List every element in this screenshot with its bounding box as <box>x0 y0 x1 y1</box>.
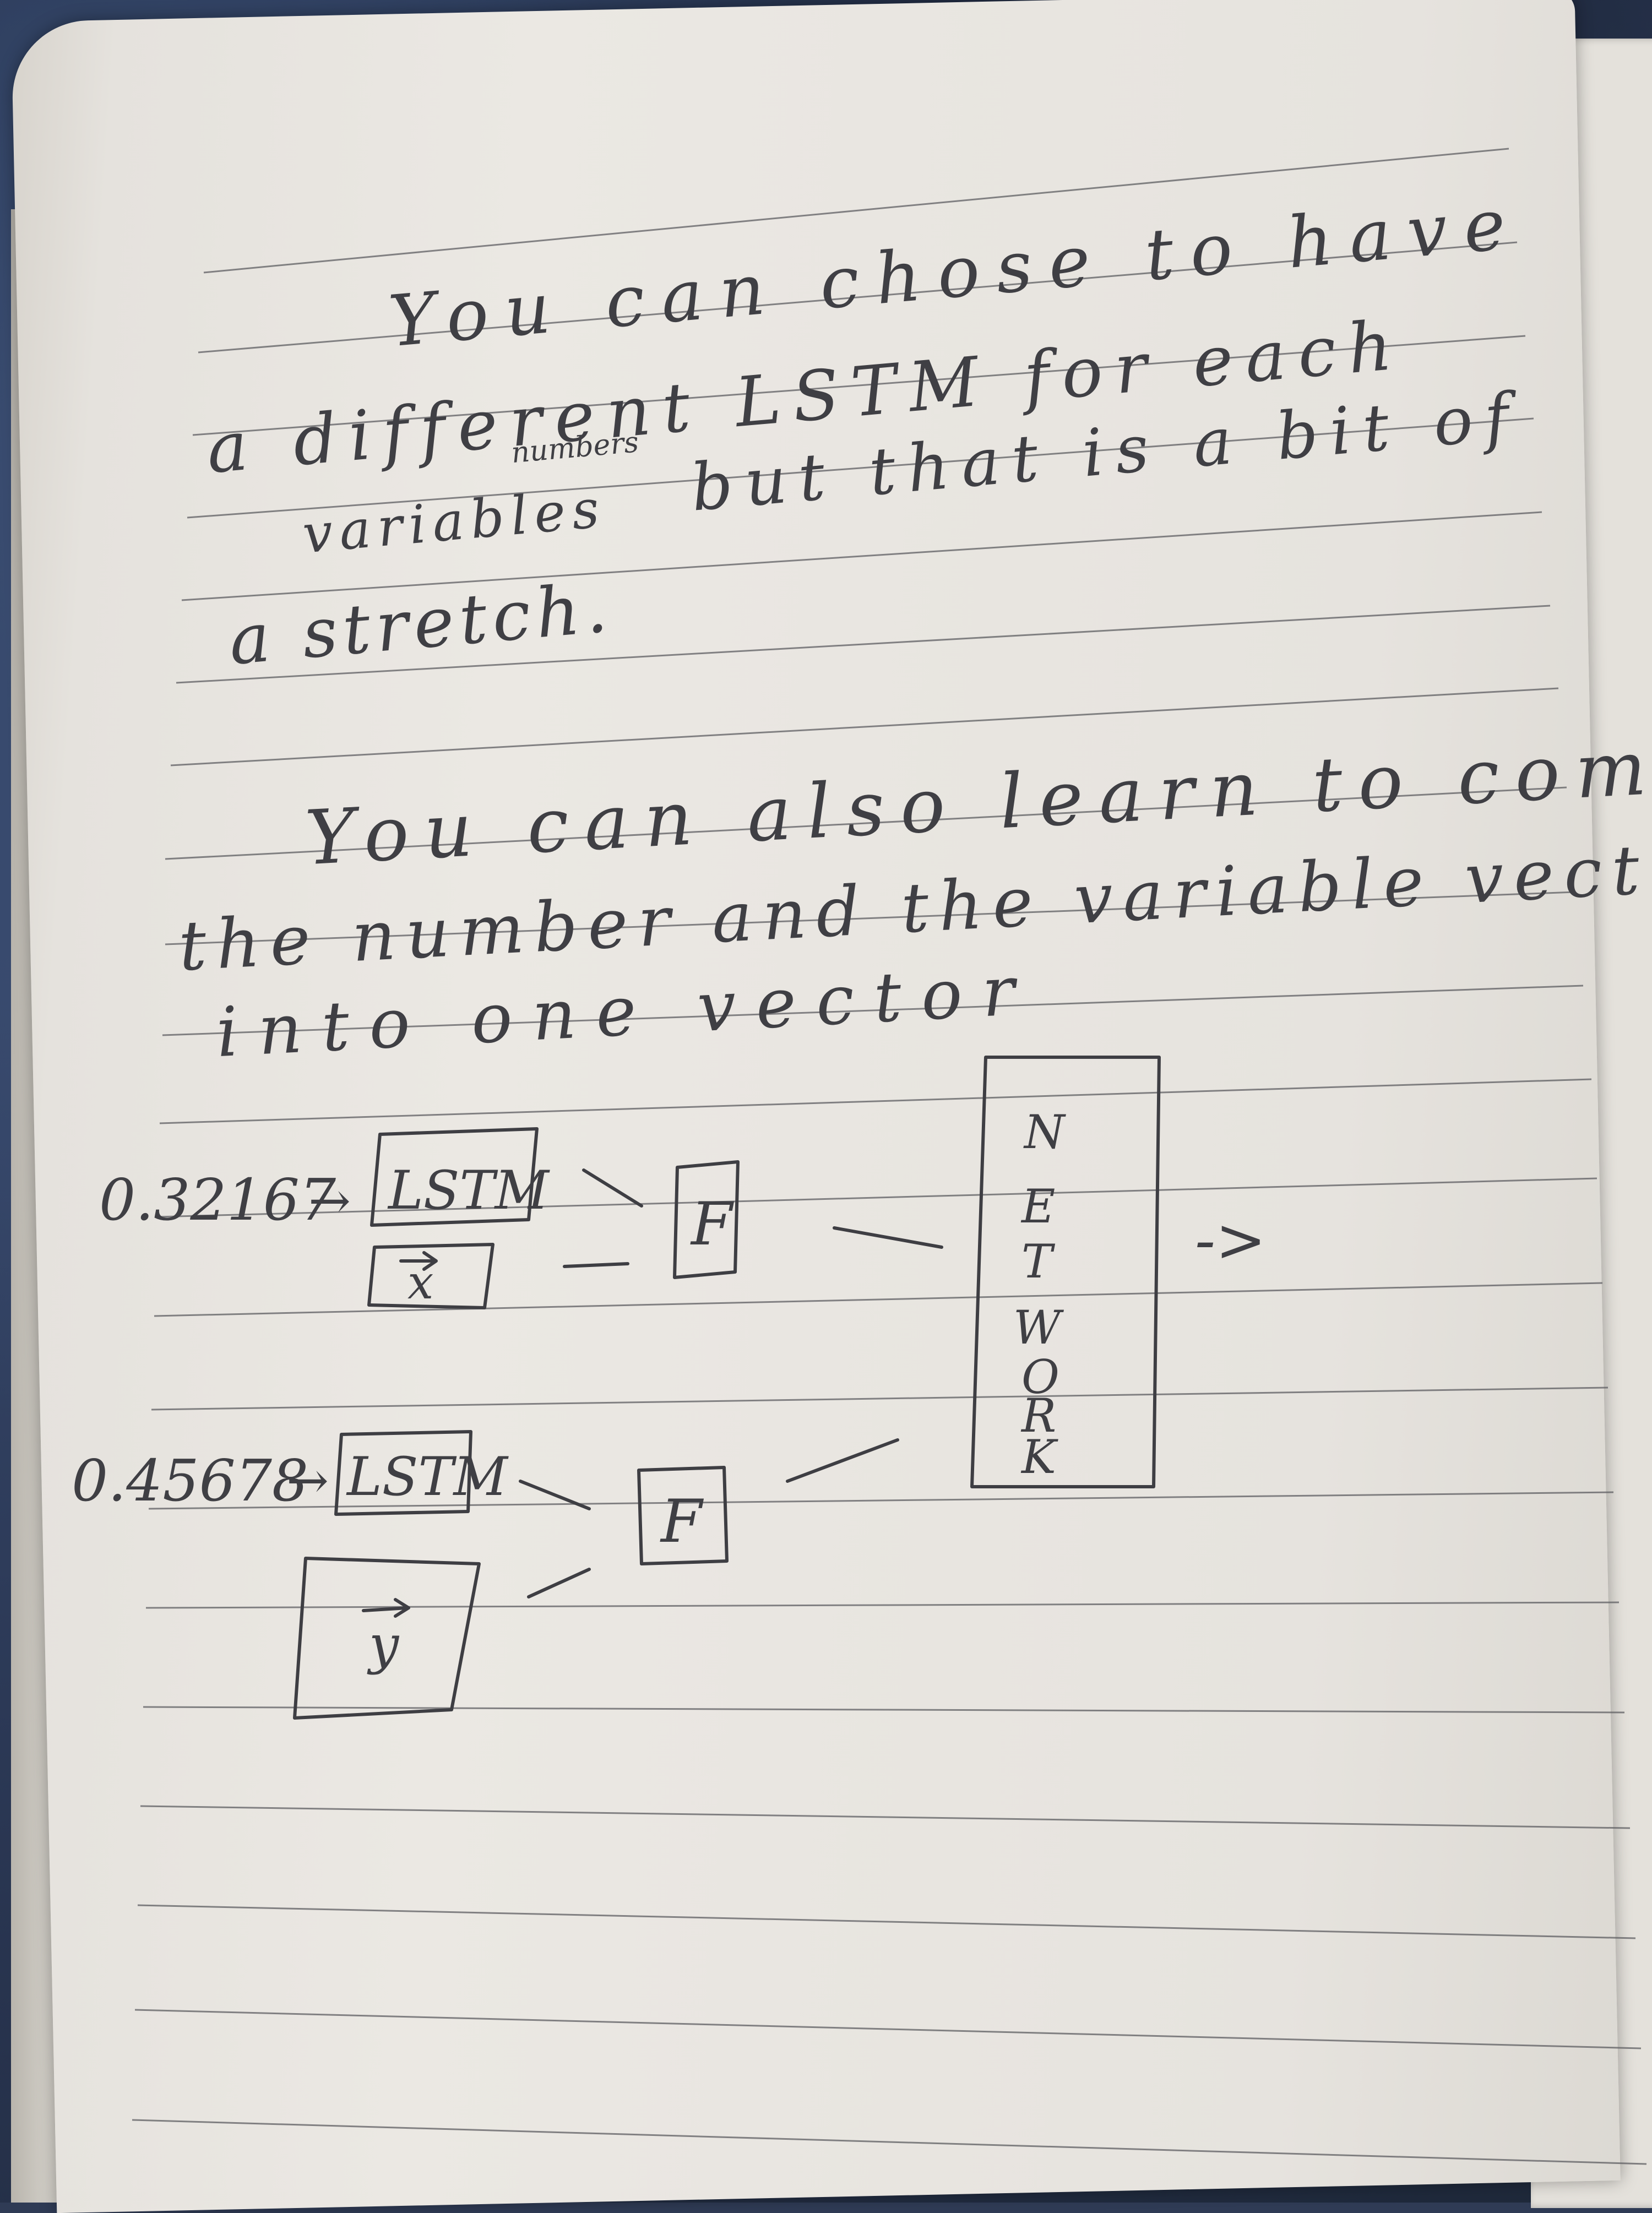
paragraph-1: You can chose to have a different LSTM f… <box>204 182 1525 681</box>
network-label: N E T W O R K <box>1013 1105 1066 1484</box>
paragraph-2: You can also learn to compose the number… <box>177 712 1652 1073</box>
lstm-label-2: LSTM <box>346 1446 509 1508</box>
diagram: 0.32167 → LSTM x F 0.45678 → LSTM y F N … <box>72 1056 1266 1720</box>
input-value-2: 0.45678 <box>72 1447 308 1514</box>
input-arrow-2: → <box>286 1451 329 1510</box>
page-content: You can chose to have a different LSTM f… <box>72 148 1652 2165</box>
network-box <box>970 1056 1161 1488</box>
input-arrow-1: → <box>308 1171 351 1230</box>
line-3: variables <box>300 477 608 566</box>
f-label-2: F <box>660 1487 704 1556</box>
input-value-1: 0.32167 <box>99 1166 336 1233</box>
connector-1c <box>833 1226 943 1249</box>
connector-2b <box>527 1568 591 1598</box>
network-letter-e: E <box>1020 1179 1055 1233</box>
connector-1a <box>582 1168 643 1208</box>
network-letter-w: W <box>1013 1301 1064 1355</box>
network-letter-k: K <box>1020 1430 1058 1484</box>
connector-2c <box>786 1438 899 1483</box>
line-4: a stretch. <box>226 568 616 681</box>
connector-1b <box>563 1262 629 1268</box>
photo-scene: You can chose to have a different LSTM f… <box>0 0 1652 2213</box>
output-arrow: -> <box>1195 1205 1266 1275</box>
lstm-label-1: LSTM <box>387 1160 551 1221</box>
network-letter-n: N <box>1023 1105 1066 1159</box>
network-letter-t: T <box>1021 1235 1056 1288</box>
vector-y-label: y <box>367 1614 400 1676</box>
f-label-1: F <box>690 1190 735 1259</box>
